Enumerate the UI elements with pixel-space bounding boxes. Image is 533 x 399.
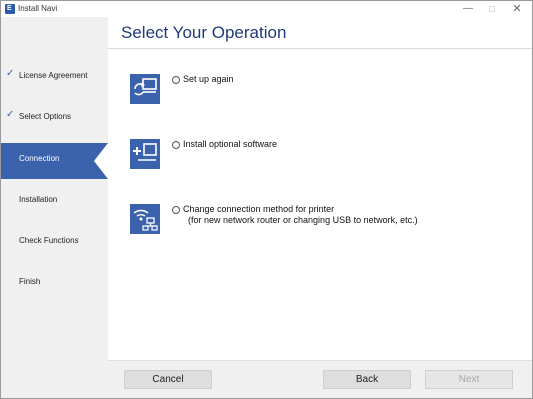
step-label: Check Functions <box>19 236 79 245</box>
app-icon-letter: E <box>7 5 12 12</box>
footer-bar: Cancel Back Next <box>108 360 532 398</box>
radio-button[interactable] <box>172 76 180 84</box>
step-finish: Finish <box>1 266 108 302</box>
network-connection-icon <box>130 204 160 234</box>
checkmark-icon: ✓ <box>6 68 15 79</box>
window-title: Install Navi <box>18 4 58 13</box>
step-check-functions: Check Functions <box>1 225 108 261</box>
install-software-icon <box>130 139 160 169</box>
cancel-button[interactable]: Cancel <box>124 370 212 389</box>
step-label: License Agreement <box>19 71 88 80</box>
step-connection: Connection <box>1 143 108 179</box>
option-label: Change connection method for printer <box>183 204 335 214</box>
install-navi-window: E Install Navi — □ ✕ ✓ License Agreement… <box>0 0 533 399</box>
step-label: Select Options <box>19 112 72 121</box>
option-change-connection-method[interactable]: Change connection method for printer (fo… <box>130 204 530 236</box>
step-installation: Installation <box>1 184 108 220</box>
step-select-options: ✓ Select Options <box>1 101 108 137</box>
option-set-up-again[interactable]: Set up again <box>130 74 510 106</box>
option-label: Install optional software <box>183 139 278 149</box>
steps-sidebar: ✓ License Agreement ✓ Select Options Con… <box>1 17 108 398</box>
radio-button[interactable] <box>172 141 180 149</box>
step-license-agreement: ✓ License Agreement <box>1 60 108 96</box>
step-label: Connection <box>19 154 60 163</box>
active-step-notch <box>94 143 108 179</box>
minimize-button[interactable]: — <box>457 1 479 17</box>
step-label: Finish <box>19 277 41 286</box>
setup-again-icon <box>130 74 160 104</box>
step-label: Installation <box>19 195 58 204</box>
title-bar: E Install Navi — □ ✕ <box>1 1 532 17</box>
checkmark-icon: ✓ <box>6 109 15 120</box>
operation-options: Set up again Install optional software C… <box>108 50 532 360</box>
option-label: Set up again <box>183 74 234 84</box>
radio-button[interactable] <box>172 206 180 214</box>
app-icon: E <box>5 4 15 14</box>
option-install-optional-software[interactable]: Install optional software <box>130 139 510 171</box>
page-header: Select Your Operation <box>108 17 532 49</box>
page-title: Select Your Operation <box>121 23 287 42</box>
option-sublabel: (for new network router or changing USB … <box>188 215 418 225</box>
maximize-button[interactable]: □ <box>481 1 503 17</box>
close-button[interactable]: ✕ <box>506 1 528 17</box>
back-button[interactable]: Back <box>323 370 411 389</box>
next-button[interactable]: Next <box>425 370 513 389</box>
